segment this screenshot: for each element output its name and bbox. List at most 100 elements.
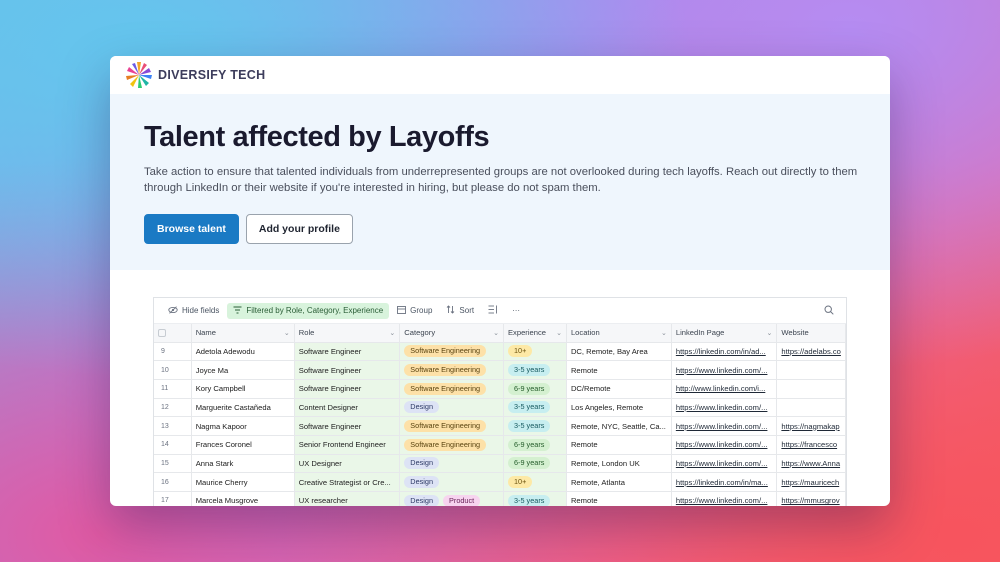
- category-cell[interactable]: Software Engineering: [399, 416, 504, 436]
- linkedin-link[interactable]: https://linkedin.com/in/ma...: [671, 472, 778, 492]
- location-cell[interactable]: DC/Remote: [566, 379, 672, 399]
- table-row[interactable]: 14 Frances Coronel Senior Frontend Enginee…: [154, 435, 846, 455]
- browse-talent-button[interactable]: Browse talent: [144, 214, 239, 244]
- row-number: 16: [154, 472, 192, 492]
- role-cell[interactable]: Software Engineer: [294, 416, 401, 436]
- website-link[interactable]: https://www.Anna: [776, 454, 846, 474]
- location-cell[interactable]: Remote, Atlanta: [566, 472, 672, 492]
- role-cell[interactable]: Creative Strategist or Cre...: [294, 472, 401, 492]
- experience-cell[interactable]: 3-5 years: [503, 491, 567, 506]
- table-row[interactable]: 10 Joyce Ma Software Engineer Software Engi…: [154, 360, 846, 380]
- select-all-cell[interactable]: [154, 324, 192, 343]
- location-cell[interactable]: Remote: [566, 491, 672, 506]
- chevron-down-icon[interactable]: ⌄: [284, 329, 290, 337]
- column-header-category[interactable]: Category ⌄: [399, 324, 504, 343]
- linkedin-link[interactable]: https://www.linkedin.com/...: [671, 454, 778, 474]
- column-header-location[interactable]: Location ⌄: [566, 324, 672, 343]
- role-cell[interactable]: UX researcher: [294, 491, 401, 506]
- website-link[interactable]: https://francesco: [776, 435, 846, 455]
- group-button[interactable]: Group: [391, 303, 438, 319]
- experience-cell[interactable]: 10+: [503, 472, 567, 492]
- table-row[interactable]: 17 Marcela Musgrove UX researcher Design Pro…: [154, 491, 846, 506]
- table-row[interactable]: 15 Anna Stark UX Designer Design 6-9 years Re…: [154, 454, 846, 474]
- name-cell[interactable]: Marguerite Castañeda: [191, 398, 295, 418]
- linkedin-link[interactable]: https://www.linkedin.com/...: [671, 491, 778, 506]
- category-cell[interactable]: Software Engineering: [399, 435, 504, 455]
- location-cell[interactable]: Remote: [566, 435, 672, 455]
- website-link[interactable]: https://mauricech: [776, 472, 846, 492]
- location-cell[interactable]: DC, Remote, Bay Area: [566, 342, 672, 362]
- name-cell[interactable]: Nagma Kapoor: [191, 416, 295, 436]
- linkedin-link[interactable]: https://linkedin.com/in/ad...: [671, 342, 778, 362]
- experience-cell[interactable]: 10+: [503, 342, 567, 362]
- name-cell[interactable]: Kory Campbell: [191, 379, 295, 399]
- category-cell[interactable]: Design: [399, 472, 504, 492]
- category-cell[interactable]: Software Engineering: [399, 342, 504, 362]
- chevron-down-icon[interactable]: ⌄: [493, 329, 499, 337]
- website-link[interactable]: https://adelabs.co: [776, 342, 846, 362]
- chevron-down-icon[interactable]: ⌄: [389, 329, 395, 337]
- linkedin-link[interactable]: http://www.linkedin.com/i...: [671, 379, 778, 399]
- linkedin-link[interactable]: https://www.linkedin.com/...: [671, 398, 778, 418]
- filter-label: Filtered by Role, Category, Experience: [246, 306, 384, 315]
- name-cell[interactable]: Anna Stark: [191, 454, 295, 474]
- filter-button[interactable]: Filtered by Role, Category, Experience: [227, 302, 390, 319]
- role-cell[interactable]: Senior Frontend Engineer: [294, 435, 401, 455]
- chevron-down-icon[interactable]: ⌄: [661, 329, 667, 337]
- hide-fields-button[interactable]: Hide fields: [162, 303, 225, 319]
- role-cell[interactable]: Software Engineer: [294, 342, 401, 362]
- name-cell[interactable]: Adetola Adewodu: [191, 342, 295, 362]
- brand-logo[interactable]: DIVERSIFY TECH: [124, 60, 265, 90]
- search-button[interactable]: [818, 302, 840, 320]
- column-header-linkedin[interactable]: LinkedIn Page ⌄: [671, 324, 778, 343]
- column-header-website[interactable]: Website: [776, 324, 846, 343]
- experience-cell[interactable]: 6-9 years: [503, 454, 567, 474]
- website-link[interactable]: https://nagmakap: [776, 416, 846, 436]
- website-link[interactable]: [776, 360, 846, 380]
- role-cell[interactable]: Software Engineer: [294, 360, 401, 380]
- linkedin-link[interactable]: https://www.linkedin.com/...: [671, 416, 778, 436]
- more-options-button[interactable]: ···: [506, 303, 526, 318]
- website-link[interactable]: [776, 398, 846, 418]
- row-number: 17: [154, 491, 192, 506]
- linkedin-link[interactable]: https://www.linkedin.com/...: [671, 360, 778, 380]
- name-cell[interactable]: Maurice Cherry: [191, 472, 295, 492]
- name-cell[interactable]: Marcela Musgrove: [191, 491, 295, 506]
- experience-cell[interactable]: 3-5 years: [503, 360, 567, 380]
- sort-button[interactable]: Sort: [440, 302, 480, 319]
- column-header-experience[interactable]: Experience ⌄: [503, 324, 567, 343]
- table-row[interactable]: 16 Maurice Cherry Creative Strategist or C…: [154, 472, 846, 492]
- location-cell[interactable]: Remote, London UK: [566, 454, 672, 474]
- row-height-button[interactable]: [482, 302, 504, 319]
- name-cell[interactable]: Frances Coronel: [191, 435, 295, 455]
- location-cell[interactable]: Remote, NYC, Seattle, Ca...: [566, 416, 672, 436]
- experience-cell[interactable]: 6-9 years: [503, 379, 567, 399]
- column-header-name[interactable]: Name ⌄: [191, 324, 295, 343]
- website-link[interactable]: https://mmusgrov: [776, 491, 846, 506]
- experience-cell[interactable]: 6-9 years: [503, 435, 567, 455]
- category-cell[interactable]: Software Engineering: [399, 379, 504, 399]
- category-cell[interactable]: Software Engineering: [399, 360, 504, 380]
- experience-cell[interactable]: 3-5 years: [503, 416, 567, 436]
- add-profile-button[interactable]: Add your profile: [245, 214, 353, 244]
- category-cell[interactable]: Design Product: [399, 491, 504, 506]
- column-header-role[interactable]: Role ⌄: [294, 324, 401, 343]
- website-link[interactable]: [776, 379, 846, 399]
- linkedin-link[interactable]: https://www.linkedin.com/...: [671, 435, 778, 455]
- table-row[interactable]: 12 Marguerite Castañeda Content Designer De…: [154, 398, 846, 418]
- category-cell[interactable]: Design: [399, 398, 504, 418]
- table-row[interactable]: 13 Nagma Kapoor Software Engineer Software …: [154, 416, 846, 436]
- select-all-checkbox[interactable]: [158, 329, 166, 338]
- table-row[interactable]: 9 Adetola Adewodu Software Engineer Softwar…: [154, 342, 846, 362]
- chevron-down-icon[interactable]: ⌄: [556, 329, 562, 337]
- location-cell[interactable]: Remote: [566, 360, 672, 380]
- role-cell[interactable]: Software Engineer: [294, 379, 401, 399]
- role-cell[interactable]: Content Designer: [294, 398, 401, 418]
- name-cell[interactable]: Joyce Ma: [191, 360, 295, 380]
- location-cell[interactable]: Los Angeles, Remote: [566, 398, 672, 418]
- role-cell[interactable]: UX Designer: [294, 454, 401, 474]
- chevron-down-icon[interactable]: ⌄: [767, 329, 773, 337]
- table-row[interactable]: 11 Kory Campbell Software Engineer Software…: [154, 379, 846, 399]
- category-cell[interactable]: Design: [399, 454, 504, 474]
- experience-cell[interactable]: 3-5 years: [503, 398, 567, 418]
